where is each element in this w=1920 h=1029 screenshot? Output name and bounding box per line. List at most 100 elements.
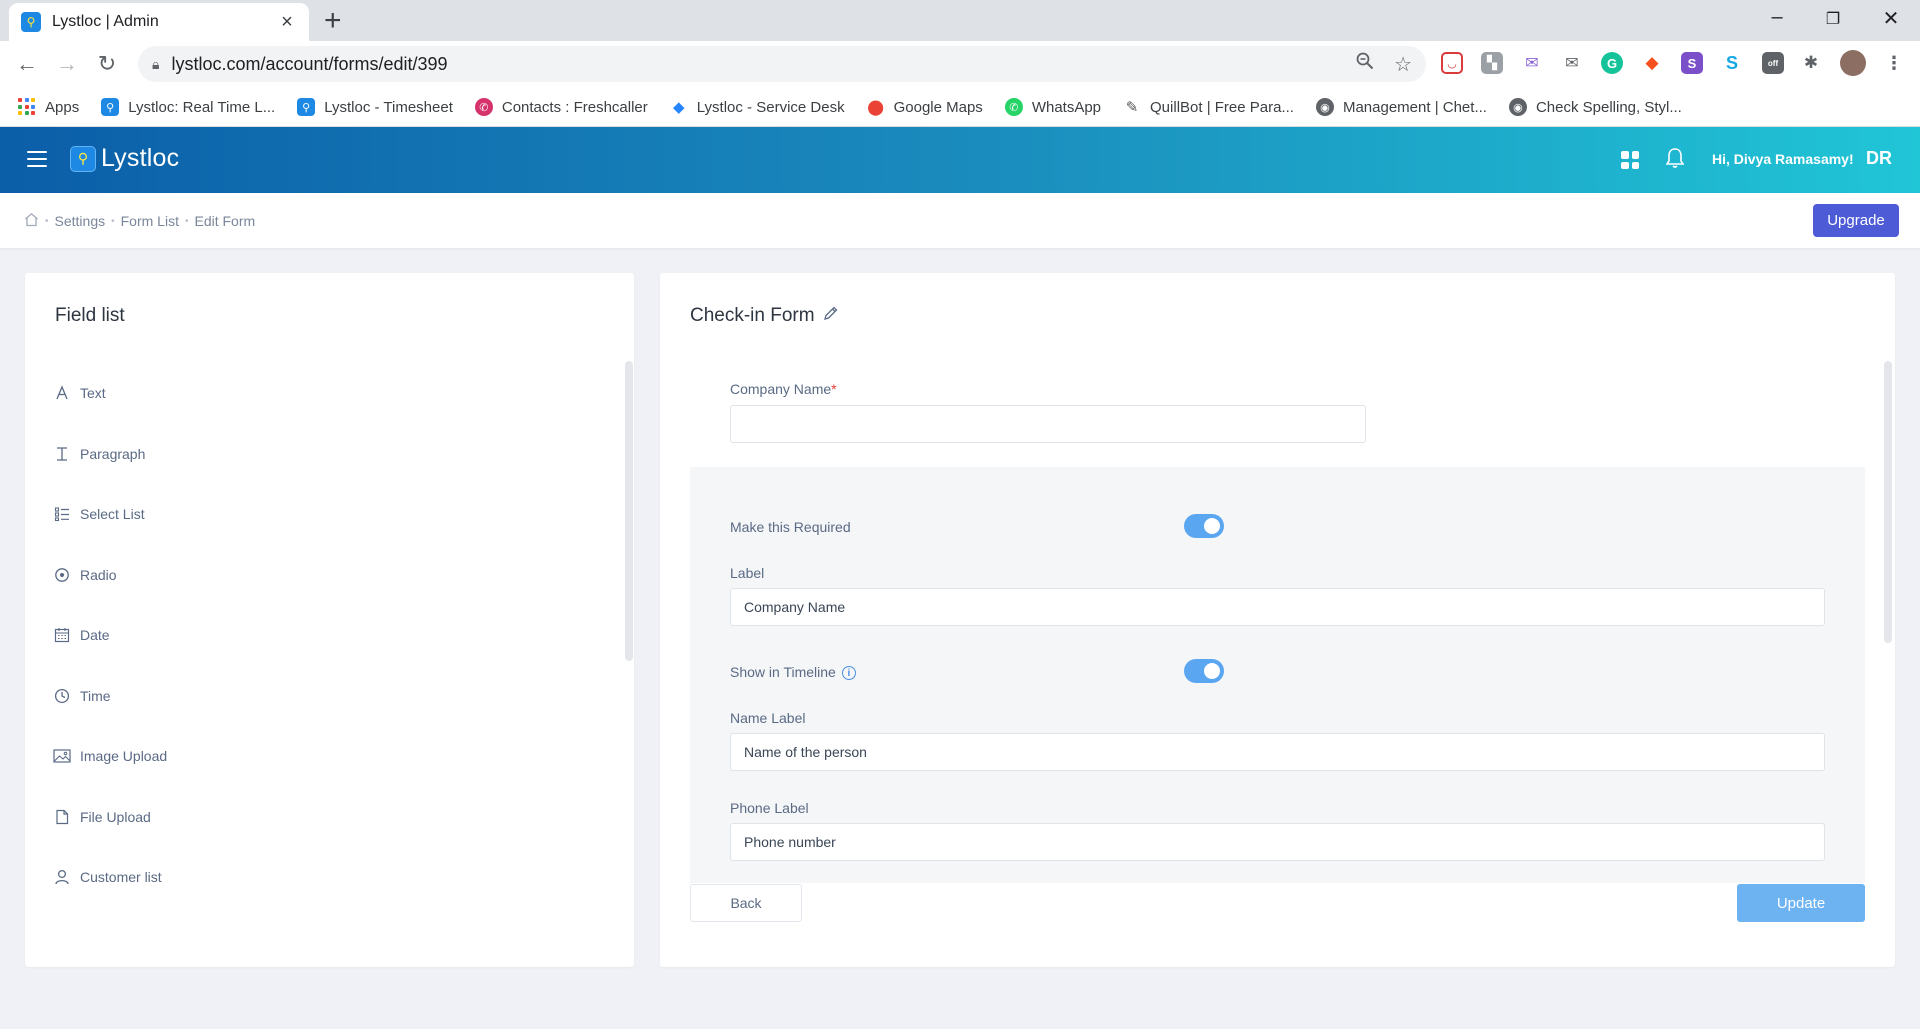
company-name-input[interactable] [730, 405, 1366, 443]
gmail-extension-icon[interactable]: ✉ [1561, 52, 1583, 74]
map-pin-icon: ⬤ [867, 99, 884, 116]
breadcrumb-settings[interactable]: Settings [55, 213, 106, 229]
bookmark-label: Apps [45, 98, 80, 116]
bookmark-label: Management | Chet... [1342, 98, 1487, 116]
breadcrumb-form-list[interactable]: Form List [121, 213, 179, 229]
form-editor-panel: Check-in Form Company Name* Make this Re… [660, 273, 1895, 967]
globe-icon: ◉ [1315, 98, 1334, 116]
restore-icon[interactable]: ❐ [1818, 9, 1848, 29]
make-required-toggle[interactable] [1184, 514, 1224, 538]
forward-arrow-icon[interactable]: → [53, 51, 81, 77]
bookmark-item[interactable]: ✆ WhatsApp [1004, 98, 1101, 116]
upgrade-button[interactable]: Upgrade [1813, 204, 1899, 237]
bell-icon[interactable] [1665, 147, 1685, 174]
bookmark-item[interactable]: ⚲ Lystloc: Real Time L... [101, 98, 275, 116]
new-tab-icon[interactable]: + [324, 6, 342, 36]
kebab-menu-icon[interactable]: ⋮ [1883, 52, 1905, 74]
show-timeline-toggle[interactable] [1184, 659, 1224, 683]
lystloc-icon: ⚲ [297, 98, 316, 116]
bookmark-label: Lystloc: Real Time L... [128, 98, 276, 116]
window-close-icon[interactable]: ✕ [1876, 6, 1906, 31]
home-icon[interactable] [24, 212, 39, 230]
field-type-label: Text [80, 385, 106, 402]
tab-title: Lystloc | Admin [52, 13, 159, 30]
skype-extension-icon[interactable]: S [1721, 52, 1743, 74]
field-type-label: Date [80, 627, 110, 644]
mail-extension-icon[interactable]: ✉ [1521, 52, 1543, 74]
user-greeting[interactable]: Hi, Divya Ramasamy! [1712, 151, 1854, 167]
fire-extension-icon[interactable]: ◆ [1641, 52, 1663, 74]
close-icon[interactable]: × [277, 11, 297, 34]
name-label-input[interactable] [730, 733, 1825, 771]
bookmark-item[interactable]: ◆ Lystloc - Service Desk [670, 98, 845, 117]
bookmark-item[interactable]: ✆ Contacts : Freshcaller [474, 98, 648, 116]
field-type-label: Image Upload [80, 748, 168, 765]
puzzle-extensions-icon[interactable]: ✱ [1800, 52, 1822, 74]
phone-label-field-label: Phone Label [730, 800, 809, 816]
field-type-label: Select List [80, 506, 145, 523]
field-type-date[interactable]: Date [53, 605, 167, 666]
field-type-text[interactable]: Text [53, 363, 167, 424]
pocket-extension-icon[interactable]: ◡ [1441, 52, 1463, 74]
scrollbar[interactable] [1884, 361, 1892, 643]
star-icon[interactable]: ☆ [1394, 52, 1412, 77]
field-type-image-upload[interactable]: Image Upload [53, 726, 167, 787]
field-type-file-upload[interactable]: File Upload [53, 787, 167, 848]
field-type-paragraph[interactable]: Paragraph [53, 424, 167, 485]
label-input[interactable] [730, 588, 1825, 626]
info-icon[interactable]: i [841, 666, 856, 681]
pencil-icon[interactable] [823, 305, 839, 327]
brand-logo[interactable]: ⚲ Lystloc [70, 144, 179, 173]
grammarly-extension-icon[interactable]: G [1601, 52, 1623, 74]
bookmark-item[interactable]: ✎ QuillBot | Free Para... [1123, 98, 1294, 117]
form-title: Check-in Form [690, 305, 839, 327]
browser-toolbar: ← → ↻ 🔒︎ lystloc.com/account/forms/edit/… [0, 41, 1920, 88]
field-type-time[interactable]: Time [53, 666, 167, 727]
breadcrumb-separator: • [45, 215, 49, 227]
zoom-icon[interactable] [1356, 52, 1374, 76]
list-icon [53, 505, 71, 523]
bookmark-label: Check Spelling, Styl... [1535, 98, 1682, 116]
quill-icon: ✎ [1125, 99, 1139, 116]
url-text[interactable]: lystloc.com/account/forms/edit/399 [171, 54, 1336, 75]
field-list-title: Field list [55, 305, 125, 326]
whatsapp-icon: ✆ [1004, 98, 1023, 116]
scrollbar[interactable] [625, 361, 633, 661]
address-bar[interactable]: 🔒︎ lystloc.com/account/forms/edit/399 ☆ [138, 46, 1426, 82]
bookmark-item[interactable]: Apps [18, 98, 79, 116]
update-button[interactable]: Update [1737, 884, 1865, 922]
bookmark-label: Google Maps [893, 98, 983, 116]
profile-avatar[interactable] [1840, 50, 1866, 76]
phone-label-input[interactable] [730, 823, 1825, 861]
field-type-customer-list[interactable]: Customer list [53, 847, 167, 908]
show-timeline-label: Show in Timeline i [730, 664, 856, 681]
bookmark-label: QuillBot | Free Para... [1150, 98, 1294, 116]
s-extension-icon[interactable]: S [1681, 52, 1703, 74]
breadcrumb-edit-form: Edit Form [194, 213, 256, 229]
field-list-panel: Field list Text Paragraph Select List Radio… [25, 273, 634, 967]
calendar-icon [53, 626, 71, 644]
browser-tabstrip: ⚲ Lystloc | Admin × + – ❐ ✕ [0, 0, 1920, 41]
user-initials[interactable]: DR [1866, 148, 1892, 169]
hamburger-menu-icon[interactable] [27, 151, 47, 172]
minimize-icon[interactable]: – [1762, 6, 1792, 29]
radio-icon [53, 566, 71, 584]
name-label-field-label: Name Label [730, 710, 806, 726]
bookmark-item[interactable]: ⚲ Lystloc - Timesheet [297, 98, 453, 116]
bookmark-item[interactable]: ⬤ Google Maps [867, 98, 983, 117]
required-asterisk: * [831, 381, 837, 397]
back-button[interactable]: Back [690, 884, 802, 922]
reload-icon[interactable]: ↻ [93, 51, 121, 77]
off-extension-icon[interactable]: off [1762, 52, 1784, 74]
field-type-select-list[interactable]: Select List [53, 484, 167, 545]
lystloc-icon: ⚲ [101, 98, 120, 116]
field-settings-box: Make this Required Label Show in Timelin… [690, 467, 1865, 883]
apps-grid-icon[interactable] [1621, 151, 1639, 169]
brand-name: Lystloc [101, 144, 180, 172]
browser-tab[interactable]: ⚲ Lystloc | Admin × [9, 3, 309, 41]
field-type-radio[interactable]: Radio [53, 545, 167, 606]
notes-extension-icon[interactable]: ▚ [1481, 52, 1503, 74]
bookmark-item[interactable]: ◉ Check Spelling, Styl... [1508, 98, 1682, 116]
bookmark-item[interactable]: ◉ Management | Chet... [1315, 98, 1487, 116]
back-arrow-icon[interactable]: ← [13, 51, 41, 77]
